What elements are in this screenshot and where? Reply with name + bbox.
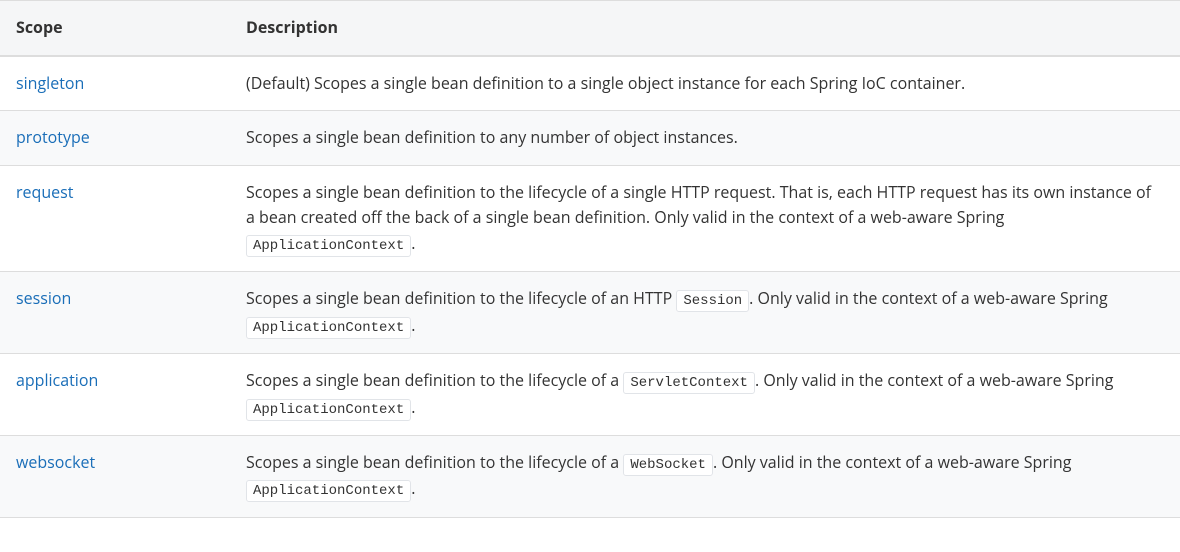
table-row: session Scopes a single bean definition t… (0, 272, 1180, 354)
description-text: . (411, 477, 415, 499)
description-cell: Scopes a single bean definition to the l… (230, 435, 1180, 517)
description-cell: Scopes a single bean definition to the l… (230, 272, 1180, 354)
description-text: Scopes a single bean definition to the l… (246, 369, 623, 391)
description-text: Scopes a single bean definition to the l… (246, 287, 676, 309)
inline-code: ApplicationContext (246, 399, 411, 421)
table-header-row: Scope Description (0, 1, 1180, 56)
scope-cell: prototype (0, 111, 230, 166)
header-description: Description (230, 1, 1180, 56)
inline-code: ApplicationContext (246, 317, 411, 339)
inline-code: WebSocket (623, 454, 713, 476)
bean-scopes-table: Scope Description singleton (Default) Sco… (0, 0, 1180, 518)
table-row: application Scopes a single bean definiti… (0, 354, 1180, 436)
scope-link-prototype[interactable]: prototype (16, 126, 90, 148)
scope-cell: request (0, 165, 230, 272)
inline-code: ApplicationContext (246, 480, 411, 502)
scope-link-singleton[interactable]: singleton (16, 72, 84, 94)
header-scope: Scope (0, 1, 230, 56)
description-text: . Only valid in the context of a web-awa… (755, 369, 1113, 391)
description-text: (Default) Scopes a single bean definitio… (246, 72, 965, 94)
description-text: Scopes a single bean definition to the l… (246, 181, 1151, 229)
inline-code: ServletContext (623, 372, 755, 394)
description-text: . Only valid in the context of a web-awa… (749, 287, 1107, 309)
scope-cell: websocket (0, 435, 230, 517)
description-text: . (411, 396, 415, 418)
scope-cell: application (0, 354, 230, 436)
table-row: websocket Scopes a single bean definition… (0, 435, 1180, 517)
description-text: Scopes a single bean definition to any n… (246, 126, 738, 148)
table-row: prototype Scopes a single bean definition… (0, 111, 1180, 166)
inline-code: Session (676, 290, 749, 312)
scope-link-application[interactable]: application (16, 369, 98, 391)
bean-scopes-table-wrapper: Scope Description singleton (Default) Sco… (0, 0, 1180, 522)
description-text: . (411, 314, 415, 336)
table-row: request Scopes a single bean definition t… (0, 165, 1180, 272)
description-text: Scopes a single bean definition to the l… (246, 451, 623, 473)
scope-cell: singleton (0, 56, 230, 111)
description-cell: Scopes a single bean definition to any n… (230, 111, 1180, 166)
description-cell: (Default) Scopes a single bean definitio… (230, 56, 1180, 111)
scope-link-websocket[interactable]: websocket (16, 451, 95, 473)
inline-code: ApplicationContext (246, 235, 411, 257)
description-cell: Scopes a single bean definition to the l… (230, 354, 1180, 436)
scope-link-request[interactable]: request (16, 181, 73, 203)
description-text: . Only valid in the context of a web-awa… (713, 451, 1071, 473)
scope-link-session[interactable]: session (16, 287, 71, 309)
scope-cell: session (0, 272, 230, 354)
description-cell: Scopes a single bean definition to the l… (230, 165, 1180, 272)
table-row: singleton (Default) Scopes a single bean … (0, 56, 1180, 111)
description-text: . (411, 232, 415, 254)
